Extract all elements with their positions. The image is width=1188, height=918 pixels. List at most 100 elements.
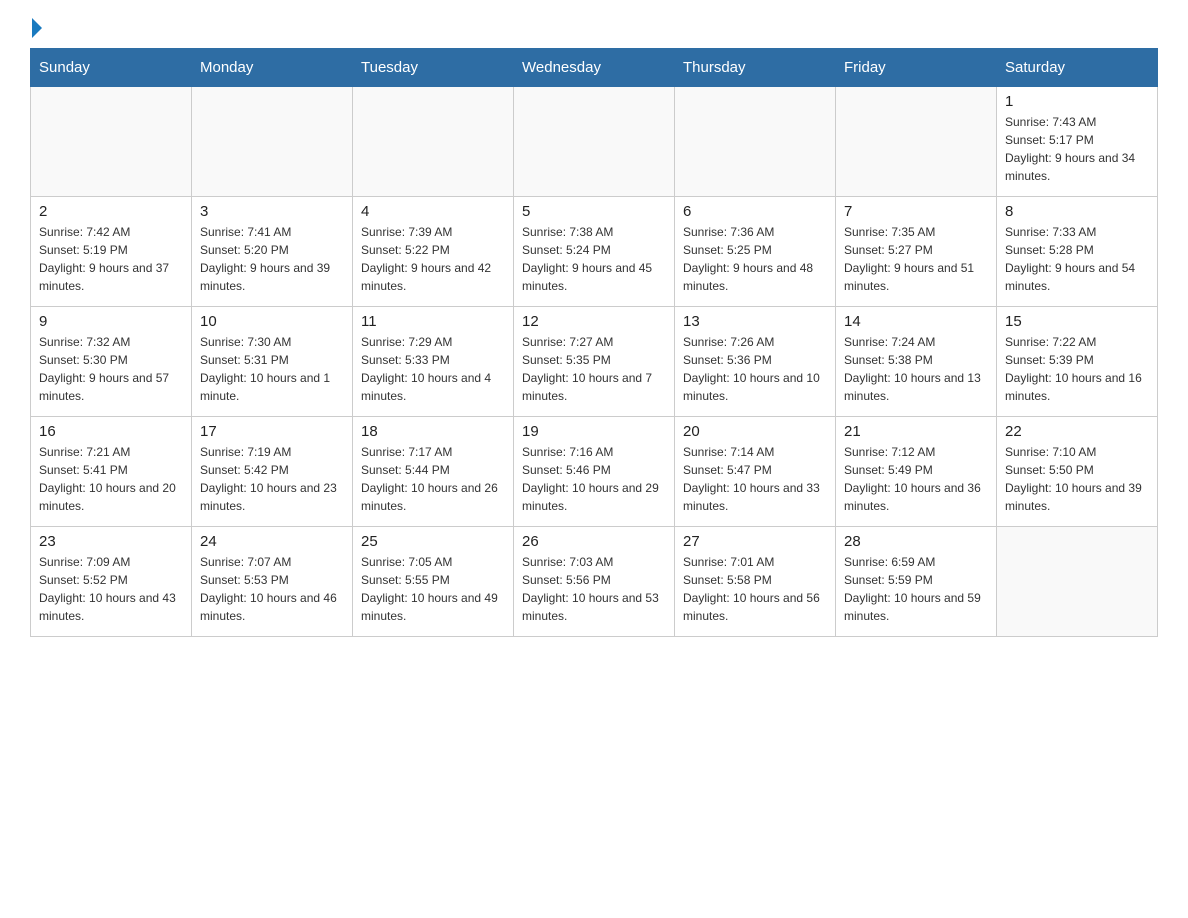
day-info: Sunrise: 7:32 AM Sunset: 5:30 PM Dayligh…	[39, 333, 183, 405]
calendar-cell: 12 Sunrise: 7:27 AM Sunset: 5:35 PM Dayli…	[514, 307, 675, 417]
calendar-cell	[353, 87, 514, 197]
day-info: Sunrise: 7:36 AM Sunset: 5:25 PM Dayligh…	[683, 223, 827, 295]
calendar-cell: 27 Sunrise: 7:01 AM Sunset: 5:58 PM Dayli…	[675, 527, 836, 637]
calendar-cell: 4 Sunrise: 7:39 AM Sunset: 5:22 PM Daylig…	[353, 197, 514, 307]
day-number: 3	[200, 203, 344, 220]
day-number: 4	[361, 203, 505, 220]
day-number: 21	[844, 423, 988, 440]
calendar-cell: 15Sunrise: 7:22 AM Sunset: 5:39 PM Dayli…	[997, 307, 1158, 417]
day-number: 27	[683, 533, 827, 550]
calendar-cell: 10 Sunrise: 7:30 AM Sunset: 5:31 PM Dayli…	[192, 307, 353, 417]
calendar-week-5: 23 Sunrise: 7:09 AM Sunset: 5:52 PM Dayli…	[31, 527, 1158, 637]
calendar-cell: 7 Sunrise: 7:35 AM Sunset: 5:27 PM Daylig…	[836, 197, 997, 307]
calendar-cell: 3 Sunrise: 7:41 AM Sunset: 5:20 PM Daylig…	[192, 197, 353, 307]
day-number: 25	[361, 533, 505, 550]
day-number: 16	[39, 423, 183, 440]
calendar-header-wednesday: Wednesday	[514, 49, 675, 87]
calendar-table: SundayMondayTuesdayWednesdayThursdayFrid…	[30, 48, 1158, 637]
calendar-cell: 17 Sunrise: 7:19 AM Sunset: 5:42 PM Dayli…	[192, 417, 353, 527]
day-number: 5	[522, 203, 666, 220]
day-info: Sunrise: 7:07 AM Sunset: 5:53 PM Dayligh…	[200, 553, 344, 625]
day-number: 14	[844, 313, 988, 330]
day-number: 19	[522, 423, 666, 440]
day-info: Sunrise: 7:38 AM Sunset: 5:24 PM Dayligh…	[522, 223, 666, 295]
day-info: Sunrise: 7:14 AM Sunset: 5:47 PM Dayligh…	[683, 443, 827, 515]
day-info: Sunrise: 7:43 AM Sunset: 5:17 PM Dayligh…	[1005, 113, 1149, 185]
calendar-cell: 2 Sunrise: 7:42 AM Sunset: 5:19 PM Daylig…	[31, 197, 192, 307]
day-number: 2	[39, 203, 183, 220]
day-info: Sunrise: 7:42 AM Sunset: 5:19 PM Dayligh…	[39, 223, 183, 295]
calendar-header-row: SundayMondayTuesdayWednesdayThursdayFrid…	[31, 49, 1158, 87]
calendar-week-4: 16 Sunrise: 7:21 AM Sunset: 5:41 PM Dayli…	[31, 417, 1158, 527]
calendar-header-thursday: Thursday	[675, 49, 836, 87]
day-info: Sunrise: 7:22 AM Sunset: 5:39 PM Dayligh…	[1005, 333, 1149, 405]
day-info: Sunrise: 7:01 AM Sunset: 5:58 PM Dayligh…	[683, 553, 827, 625]
page-header	[30, 20, 1158, 38]
day-info: Sunrise: 7:33 AM Sunset: 5:28 PM Dayligh…	[1005, 223, 1149, 295]
calendar-cell: 13Sunrise: 7:26 AM Sunset: 5:36 PM Dayli…	[675, 307, 836, 417]
day-number: 11	[361, 313, 505, 330]
day-info: Sunrise: 7:35 AM Sunset: 5:27 PM Dayligh…	[844, 223, 988, 295]
calendar-cell: 25 Sunrise: 7:05 AM Sunset: 5:55 PM Dayli…	[353, 527, 514, 637]
calendar-cell: 23 Sunrise: 7:09 AM Sunset: 5:52 PM Dayli…	[31, 527, 192, 637]
day-number: 10	[200, 313, 344, 330]
calendar-header-monday: Monday	[192, 49, 353, 87]
calendar-cell	[192, 87, 353, 197]
logo	[30, 20, 42, 38]
day-info: Sunrise: 7:03 AM Sunset: 5:56 PM Dayligh…	[522, 553, 666, 625]
day-info: Sunrise: 7:05 AM Sunset: 5:55 PM Dayligh…	[361, 553, 505, 625]
calendar-cell	[997, 527, 1158, 637]
calendar-cell: 18 Sunrise: 7:17 AM Sunset: 5:44 PM Dayli…	[353, 417, 514, 527]
calendar-cell: 16 Sunrise: 7:21 AM Sunset: 5:41 PM Dayli…	[31, 417, 192, 527]
day-info: Sunrise: 7:27 AM Sunset: 5:35 PM Dayligh…	[522, 333, 666, 405]
calendar-cell	[675, 87, 836, 197]
day-info: Sunrise: 7:16 AM Sunset: 5:46 PM Dayligh…	[522, 443, 666, 515]
calendar-header-friday: Friday	[836, 49, 997, 87]
day-number: 24	[200, 533, 344, 550]
calendar-cell: 1 Sunrise: 7:43 AM Sunset: 5:17 PM Daylig…	[997, 87, 1158, 197]
day-info: Sunrise: 7:09 AM Sunset: 5:52 PM Dayligh…	[39, 553, 183, 625]
day-info: Sunrise: 6:59 AM Sunset: 5:59 PM Dayligh…	[844, 553, 988, 625]
day-info: Sunrise: 7:41 AM Sunset: 5:20 PM Dayligh…	[200, 223, 344, 295]
calendar-cell	[514, 87, 675, 197]
calendar-cell	[836, 87, 997, 197]
day-info: Sunrise: 7:17 AM Sunset: 5:44 PM Dayligh…	[361, 443, 505, 515]
day-info: Sunrise: 7:19 AM Sunset: 5:42 PM Dayligh…	[200, 443, 344, 515]
day-info: Sunrise: 7:30 AM Sunset: 5:31 PM Dayligh…	[200, 333, 344, 405]
day-info: Sunrise: 7:21 AM Sunset: 5:41 PM Dayligh…	[39, 443, 183, 515]
day-number: 28	[844, 533, 988, 550]
calendar-cell: 21 Sunrise: 7:12 AM Sunset: 5:49 PM Dayli…	[836, 417, 997, 527]
day-info: Sunrise: 7:39 AM Sunset: 5:22 PM Dayligh…	[361, 223, 505, 295]
calendar-header-tuesday: Tuesday	[353, 49, 514, 87]
day-number: 8	[1005, 203, 1149, 220]
day-number: 6	[683, 203, 827, 220]
day-info: Sunrise: 7:10 AM Sunset: 5:50 PM Dayligh…	[1005, 443, 1149, 515]
calendar-cell: 20 Sunrise: 7:14 AM Sunset: 5:47 PM Dayli…	[675, 417, 836, 527]
day-number: 13	[683, 313, 827, 330]
day-number: 26	[522, 533, 666, 550]
day-info: Sunrise: 7:29 AM Sunset: 5:33 PM Dayligh…	[361, 333, 505, 405]
calendar-cell: 14Sunrise: 7:24 AM Sunset: 5:38 PM Dayli…	[836, 307, 997, 417]
day-number: 1	[1005, 93, 1149, 110]
day-number: 17	[200, 423, 344, 440]
calendar-cell: 22 Sunrise: 7:10 AM Sunset: 5:50 PM Dayli…	[997, 417, 1158, 527]
calendar-cell: 5 Sunrise: 7:38 AM Sunset: 5:24 PM Daylig…	[514, 197, 675, 307]
calendar-week-1: 1 Sunrise: 7:43 AM Sunset: 5:17 PM Daylig…	[31, 87, 1158, 197]
day-number: 22	[1005, 423, 1149, 440]
calendar-week-3: 9 Sunrise: 7:32 AM Sunset: 5:30 PM Daylig…	[31, 307, 1158, 417]
calendar-cell: 26 Sunrise: 7:03 AM Sunset: 5:56 PM Dayli…	[514, 527, 675, 637]
calendar-cell: 24 Sunrise: 7:07 AM Sunset: 5:53 PM Dayli…	[192, 527, 353, 637]
calendar-week-2: 2 Sunrise: 7:42 AM Sunset: 5:19 PM Daylig…	[31, 197, 1158, 307]
calendar-header-sunday: Sunday	[31, 49, 192, 87]
calendar-cell: 19 Sunrise: 7:16 AM Sunset: 5:46 PM Dayli…	[514, 417, 675, 527]
calendar-cell	[31, 87, 192, 197]
day-number: 20	[683, 423, 827, 440]
day-info: Sunrise: 7:12 AM Sunset: 5:49 PM Dayligh…	[844, 443, 988, 515]
calendar-cell: 8 Sunrise: 7:33 AM Sunset: 5:28 PM Daylig…	[997, 197, 1158, 307]
day-number: 9	[39, 313, 183, 330]
day-number: 18	[361, 423, 505, 440]
day-number: 23	[39, 533, 183, 550]
calendar-cell: 9 Sunrise: 7:32 AM Sunset: 5:30 PM Daylig…	[31, 307, 192, 417]
day-number: 7	[844, 203, 988, 220]
day-number: 12	[522, 313, 666, 330]
